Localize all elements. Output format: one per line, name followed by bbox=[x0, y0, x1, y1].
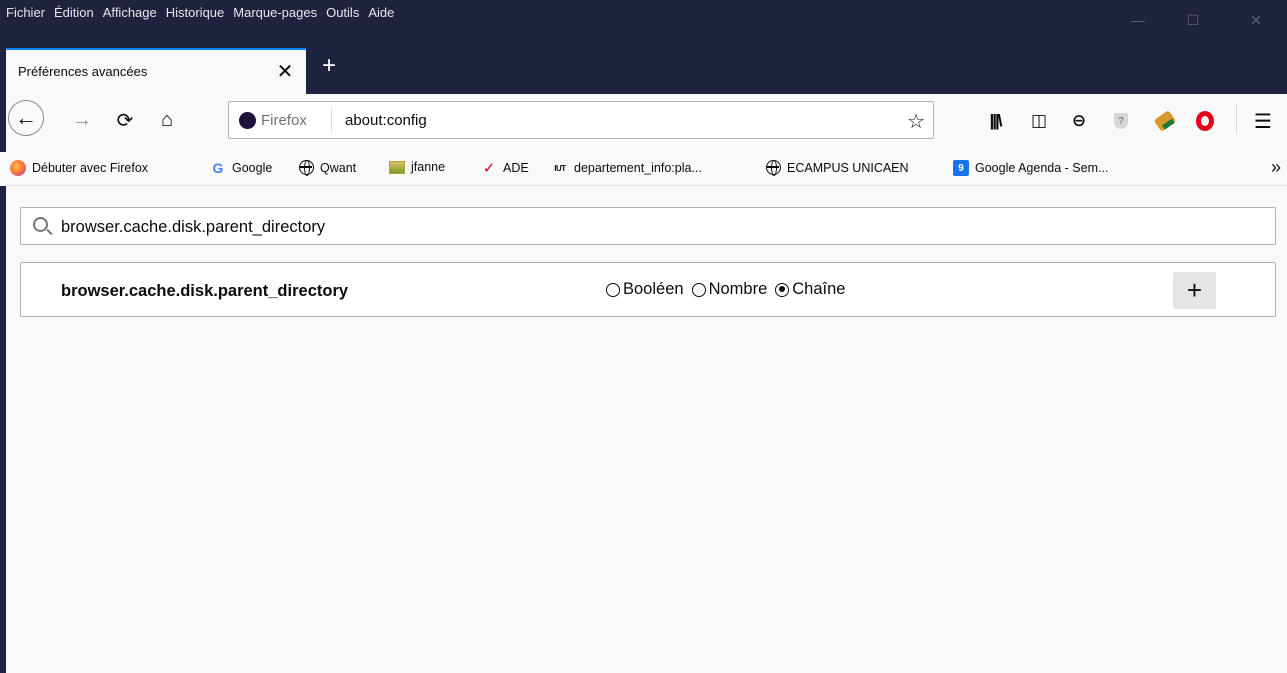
close-window-button[interactable]: ✕ bbox=[1233, 0, 1279, 40]
calendar-icon: 9 bbox=[953, 160, 969, 176]
preference-search-box[interactable] bbox=[20, 207, 1276, 245]
new-tab-button[interactable]: + bbox=[317, 54, 341, 78]
window-edge bbox=[0, 186, 6, 673]
shield-extension-icon[interactable]: ? bbox=[1108, 108, 1134, 134]
radio-label: Booléen bbox=[623, 280, 684, 298]
menu-historique[interactable]: Historique bbox=[166, 5, 225, 20]
identity-label: Firefox bbox=[261, 112, 307, 129]
bookmark-label: ECAMPUS UNICAEN bbox=[787, 160, 909, 175]
bookmarks-overflow-icon[interactable]: » bbox=[1271, 157, 1281, 178]
shield-icon: ? bbox=[1114, 113, 1128, 129]
menu-outils[interactable]: Outils bbox=[326, 5, 359, 20]
radio-nombre[interactable]: Nombre bbox=[691, 280, 768, 299]
radio-button-selected[interactable] bbox=[775, 282, 790, 297]
library-icon[interactable]: |||\ bbox=[982, 108, 1008, 134]
toolbar-separator bbox=[1236, 104, 1237, 134]
bookmark-google[interactable]: G Google bbox=[210, 160, 273, 176]
radio-button[interactable] bbox=[691, 282, 706, 297]
bookmark-label: ADE bbox=[503, 161, 529, 175]
radio-label: Nombre bbox=[708, 280, 768, 298]
bookmark-jfanne[interactable]: jfanne bbox=[389, 160, 445, 174]
bookmark-departement-info[interactable]: IUT departement_info:pla... bbox=[552, 160, 702, 176]
tab-close-icon[interactable]: ✕ bbox=[274, 59, 296, 84]
bookmark-label: jfanne bbox=[411, 160, 446, 174]
menu-aide[interactable]: Aide bbox=[368, 5, 394, 20]
bookmark-star-icon[interactable]: ☆ bbox=[907, 109, 925, 134]
preference-type-group: Booléen Nombre Chaîne bbox=[606, 280, 853, 299]
iut-icon: IUT bbox=[554, 163, 566, 173]
firefox-icon bbox=[10, 160, 26, 176]
opera-extension-icon[interactable] bbox=[1192, 108, 1218, 134]
radio-booleen[interactable]: Booléen bbox=[606, 280, 684, 299]
tab-preferences-avancees[interactable]: Préférences avancées ✕ bbox=[6, 48, 306, 94]
tab-strip: Préférences avancées ✕ + bbox=[0, 40, 1287, 94]
radio-chaine[interactable]: Chaîne bbox=[775, 280, 845, 299]
bookmark-ade[interactable]: ✓ ADE bbox=[481, 160, 529, 177]
minimize-button[interactable]: — bbox=[1115, 0, 1161, 40]
bookmarks-toolbar: Débuter avec Firefox G Google Qwant jfan… bbox=[6, 152, 1287, 186]
ade-icon: ✓ bbox=[482, 160, 496, 177]
menu-affichage[interactable]: Affichage bbox=[103, 5, 157, 20]
globe-icon bbox=[299, 160, 314, 176]
add-preference-button[interactable]: + bbox=[1173, 272, 1216, 309]
menu-list: Fichier Édition Affichage Historique Mar… bbox=[6, 5, 403, 20]
firefox-identity-icon[interactable] bbox=[239, 112, 256, 129]
google-icon: G bbox=[212, 160, 224, 176]
new-preference-row: browser.cache.disk.parent_directory Bool… bbox=[20, 262, 1276, 317]
url-separator bbox=[331, 108, 332, 132]
search-icon bbox=[33, 217, 48, 232]
bookmark-label: Google Agenda - Sem... bbox=[975, 161, 1109, 175]
sidebar-icon[interactable]: ◫ bbox=[1026, 108, 1052, 134]
bookmark-label: departement_info:pla... bbox=[574, 161, 702, 175]
home-button[interactable]: ⌂ bbox=[151, 104, 183, 136]
globe-icon bbox=[766, 160, 781, 176]
bookmark-label: Débuter avec Firefox bbox=[32, 161, 149, 175]
search-input[interactable] bbox=[61, 216, 1261, 238]
back-button[interactable]: ← bbox=[8, 100, 44, 136]
radio-button[interactable] bbox=[606, 282, 620, 297]
tab-title: Préférences avancées bbox=[18, 64, 148, 79]
pen-extension-icon[interactable] bbox=[1152, 108, 1178, 134]
bookmark-label: Qwant bbox=[320, 160, 357, 175]
bookmark-qwant[interactable]: Qwant bbox=[299, 160, 357, 176]
menu-edition[interactable]: Édition bbox=[54, 5, 94, 20]
bookmark-debuter-avec-firefox[interactable]: Débuter avec Firefox bbox=[10, 160, 148, 176]
menu-marque-pages[interactable]: Marque-pages bbox=[233, 5, 317, 20]
radio-label: Chaîne bbox=[792, 280, 846, 298]
reload-button[interactable]: ⟳ bbox=[109, 104, 141, 136]
url-value[interactable]: about:config bbox=[345, 112, 427, 129]
pen-icon bbox=[1153, 110, 1177, 132]
image-icon bbox=[389, 160, 405, 174]
bookmark-label: Google bbox=[232, 161, 273, 175]
url-bar[interactable]: Firefox about:config ☆ bbox=[228, 101, 934, 139]
bookmark-google-agenda[interactable]: 9 Google Agenda - Sem... bbox=[953, 160, 1108, 176]
menu-fichier[interactable]: Fichier bbox=[6, 5, 45, 20]
preference-name: browser.cache.disk.parent_directory bbox=[61, 282, 349, 300]
account-icon[interactable]: ⊖ bbox=[1066, 108, 1092, 134]
navigation-toolbar: ← → ⟳ ⌂ Firefox about:config ☆ |||\ ◫ ⊖ … bbox=[0, 94, 1287, 152]
bookmark-ecampus-unicaen[interactable]: ECAMPUS UNICAEN bbox=[766, 160, 909, 176]
opera-icon bbox=[1196, 111, 1214, 131]
forward-button[interactable]: → bbox=[66, 104, 98, 136]
menu-icon[interactable]: ☰ bbox=[1250, 108, 1276, 134]
maximize-button[interactable]: ☐ bbox=[1170, 0, 1216, 40]
